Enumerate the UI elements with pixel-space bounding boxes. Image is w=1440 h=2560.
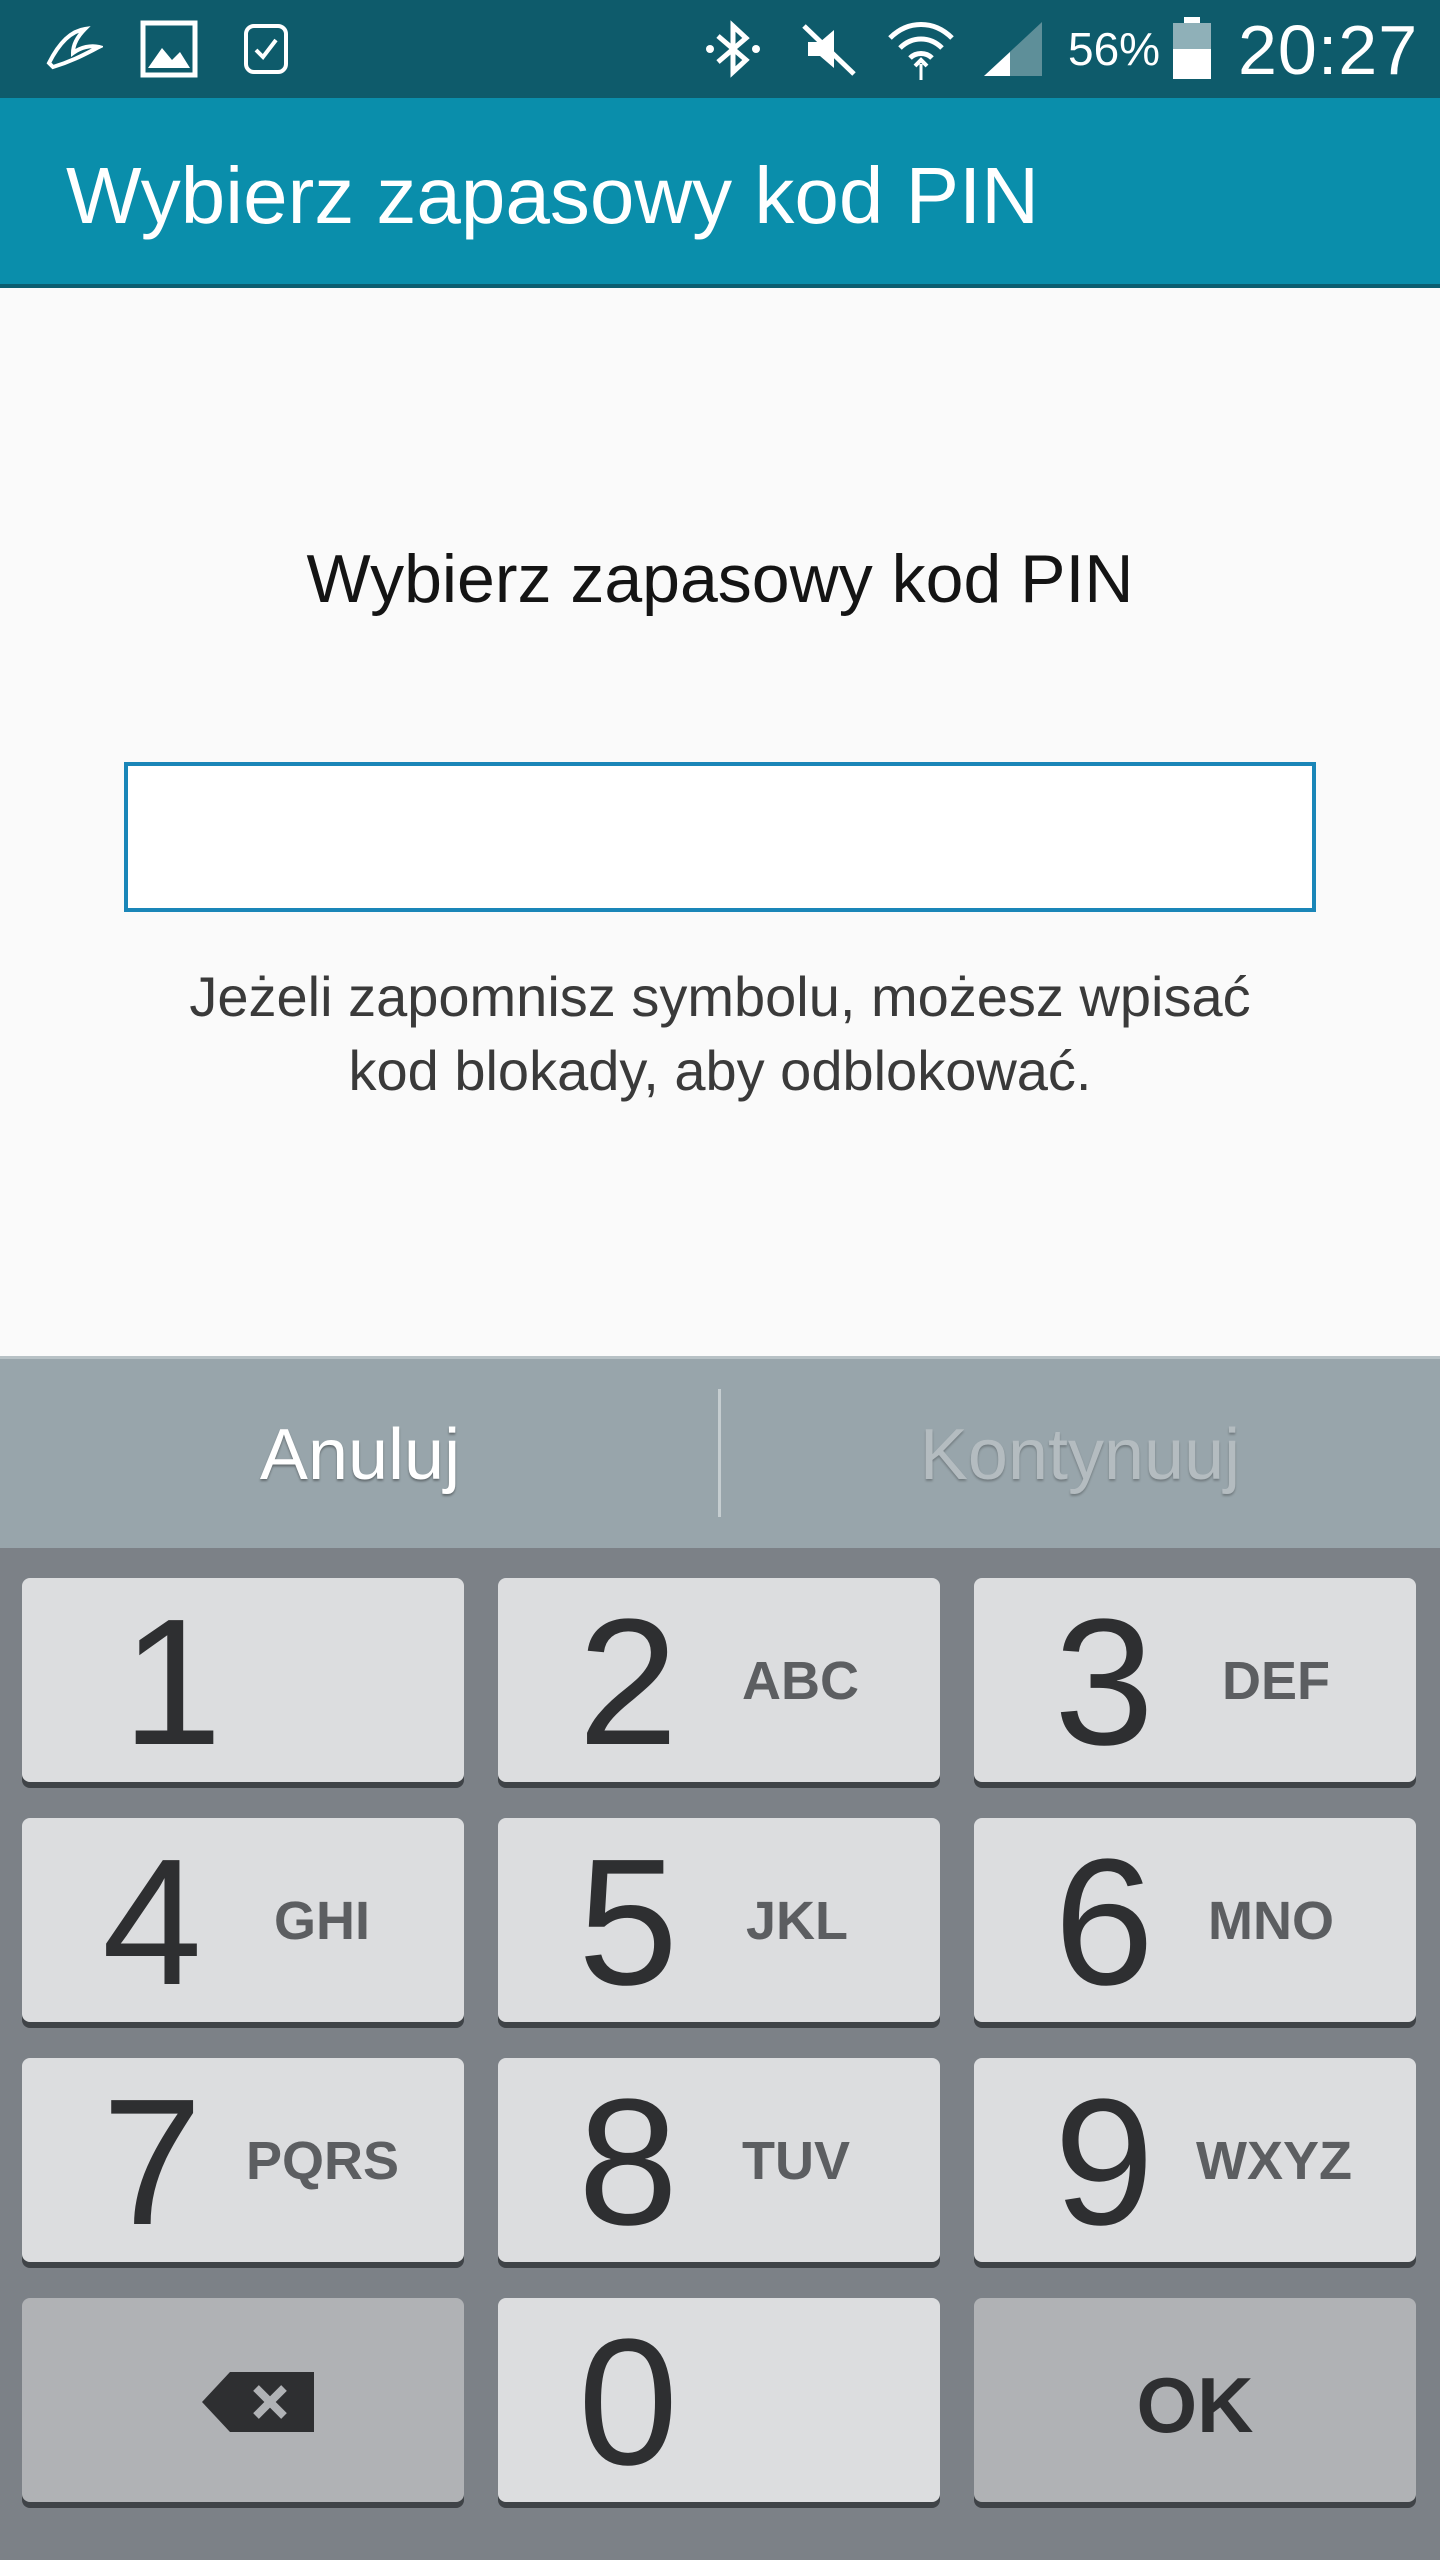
- continue-button[interactable]: Kontynuuj: [720, 1359, 1440, 1551]
- numeric-keypad: 1 2 ABC 3 DEF 4 GHI 5 JKL 6 MNO 7 PQRS 8…: [0, 1548, 1440, 2560]
- key-digit: 3: [1054, 1582, 1155, 1783]
- key-2[interactable]: 2 ABC: [498, 1578, 940, 1782]
- battery-percent: 56%: [1068, 23, 1161, 75]
- key-digit: 9: [1054, 2062, 1155, 2263]
- key-7[interactable]: 7 PQRS: [22, 2058, 464, 2262]
- ok-key[interactable]: OK: [974, 2298, 1416, 2502]
- key-9[interactable]: 9 WXYZ: [974, 2058, 1416, 2262]
- key-8[interactable]: 8 TUV: [498, 2058, 940, 2262]
- key-digit: 6: [1054, 1822, 1155, 2023]
- key-digit: 2: [578, 1582, 679, 1783]
- key-letters: MNO: [1208, 1891, 1334, 1951]
- key-digit: 8: [578, 2062, 679, 2263]
- key-digit: 5: [578, 1822, 679, 2023]
- signal-icon: [978, 18, 1048, 80]
- key-digit: 1: [122, 1582, 223, 1783]
- key-digit: 4: [102, 1822, 203, 2023]
- action-bar: Wybierz zapasowy kod PIN: [0, 98, 1440, 288]
- key-letters: WXYZ: [1196, 2131, 1352, 2191]
- pin-input[interactable]: [124, 762, 1316, 912]
- key-5[interactable]: 5 JKL: [498, 1818, 940, 2022]
- cancel-button[interactable]: Anuluj: [0, 1359, 720, 1551]
- hint-text: Jeżeli zapomnisz symbolu, możesz wpisać …: [0, 960, 1440, 1108]
- key-letters: PQRS: [246, 2131, 400, 2191]
- pin-setup-content: Wybierz zapasowy kod PIN Jeżeli zapomnis…: [0, 290, 1440, 1356]
- image-icon: [138, 18, 200, 80]
- backspace-icon: [202, 2372, 314, 2432]
- status-bar: 56% 20:27: [0, 0, 1440, 98]
- mute-icon: [796, 18, 862, 80]
- page-title: Wybierz zapasowy kod PIN: [306, 541, 1134, 617]
- bluetooth-icon: [700, 18, 766, 80]
- hint-line-2: kod blokady, aby odblokować.: [348, 1039, 1092, 1102]
- key-letters: GHI: [274, 1891, 371, 1951]
- watch-icon: [236, 18, 296, 80]
- key-3[interactable]: 3 DEF: [974, 1578, 1416, 1782]
- key-letters: ABC: [742, 1651, 859, 1711]
- key-1[interactable]: 1: [22, 1578, 464, 1782]
- clock: 20:27: [1238, 11, 1419, 89]
- key-4[interactable]: 4 GHI: [22, 1818, 464, 2022]
- ok-label: OK: [1136, 2361, 1254, 2449]
- swiftkey-icon: [38, 18, 108, 80]
- wifi-icon: [886, 18, 956, 80]
- key-digit: 0: [578, 2302, 679, 2503]
- hint-line-1: Jeżeli zapomnisz symbolu, możesz wpisać: [189, 965, 1251, 1028]
- button-row: Anuluj Kontynuuj: [0, 1356, 1440, 1548]
- key-digit: 7: [102, 2062, 203, 2263]
- battery-icon: [1170, 17, 1214, 80]
- action-bar-title: Wybierz zapasowy kod PIN: [66, 151, 1039, 240]
- key-0[interactable]: 0: [498, 2298, 940, 2502]
- key-letters: JKL: [746, 1891, 849, 1951]
- key-letters: DEF: [1222, 1651, 1330, 1711]
- backspace-key[interactable]: [22, 2298, 464, 2502]
- key-letters: TUV: [742, 2131, 850, 2191]
- key-6[interactable]: 6 MNO: [974, 1818, 1416, 2022]
